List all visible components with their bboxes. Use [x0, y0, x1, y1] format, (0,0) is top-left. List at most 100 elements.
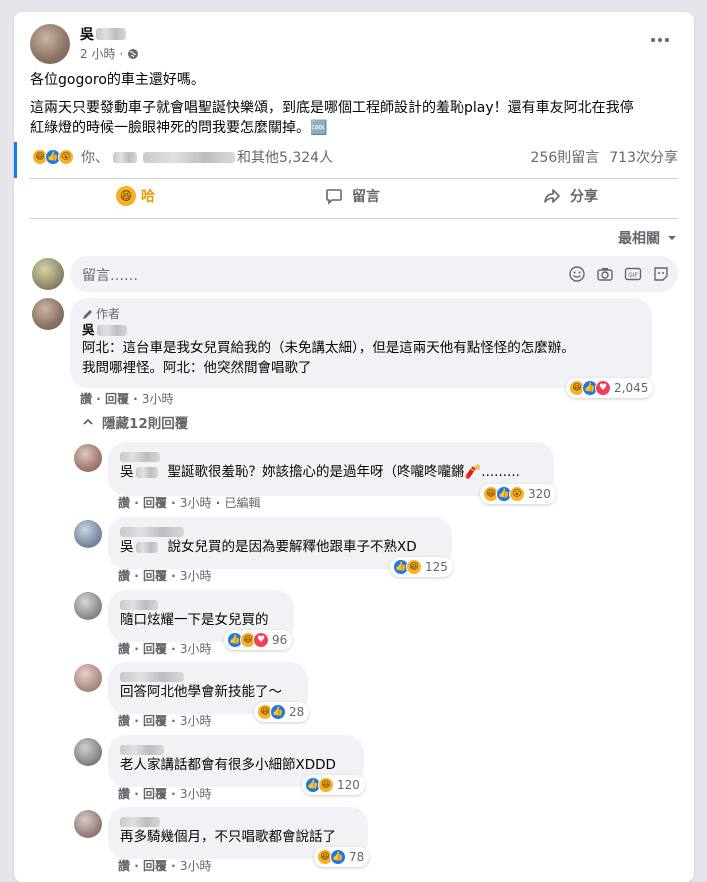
reaction-count: 78 [349, 850, 365, 864]
redacted-name [96, 28, 126, 40]
reply-author-line[interactable] [120, 523, 440, 537]
like-link[interactable]: 讚 [80, 392, 92, 406]
redacted-name [96, 324, 127, 336]
post-time[interactable]: 2 小時 [80, 45, 115, 62]
like-link[interactable]: 讚 [118, 569, 130, 583]
camera-icon[interactable] [596, 265, 614, 283]
reply-reactions[interactable]: 👍 😆 120 [302, 775, 365, 795]
redacted-name [120, 745, 164, 755]
commenter-avatar[interactable] [32, 298, 64, 330]
comment-author-text[interactable]: 吳 [82, 322, 95, 338]
mention[interactable]: 吳 [120, 537, 134, 557]
reply-avatar[interactable] [74, 520, 102, 548]
wow-icon: 😮 [58, 149, 74, 165]
emoji-icon[interactable] [568, 265, 586, 283]
haha-icon: 😆 [406, 559, 422, 575]
post-more-button[interactable] [646, 30, 674, 50]
reply-time[interactable]: 3小時 [180, 714, 212, 728]
reply-time[interactable]: 3小時 [180, 859, 212, 873]
reply-link[interactable]: 回覆 [143, 714, 167, 728]
redacted-name [120, 600, 158, 610]
reply-time[interactable]: 3小時 [180, 569, 212, 583]
like-link[interactable]: 讚 [118, 714, 130, 728]
like-link[interactable]: 讚 [118, 496, 130, 510]
sticker-icon[interactable] [652, 265, 670, 283]
reply-link[interactable]: 回覆 [143, 787, 167, 801]
reply-author-line[interactable] [120, 741, 352, 755]
reply-avatar[interactable] [74, 592, 102, 620]
reply-meta: 讚 · 回覆 · 3小時 [118, 859, 212, 873]
post-stats: 256則留言 713次分享 [531, 147, 678, 167]
comment-reactions[interactable]: 😆 👍 ♥ 2,045 [566, 378, 654, 398]
author-badge-label: 作者 [96, 307, 121, 321]
comment-time[interactable]: 3小時 [142, 392, 174, 406]
share-label: 分享 [570, 189, 598, 205]
reply-content: 隨口炫耀一下是女兒買的 [120, 612, 269, 628]
reply-content: 再多騎幾個月，不只唱歌都會說話了 [120, 829, 336, 845]
hide-replies-label: 隱藏12則回覆 [102, 416, 189, 432]
redacted-name [120, 817, 160, 827]
time-separator: · [119, 46, 124, 61]
reply-time[interactable]: 3小時 [180, 642, 212, 656]
reply-author-line[interactable] [120, 448, 542, 462]
comment-label: 留言 [352, 189, 380, 205]
reaction-count: 120 [337, 778, 360, 792]
divider [30, 218, 678, 219]
post-author-avatar[interactable] [30, 24, 70, 64]
divider [30, 178, 678, 179]
reply-avatar[interactable] [74, 738, 102, 766]
reply-link[interactable]: 回覆 [143, 569, 167, 583]
post-author-text[interactable]: 吳 [80, 24, 94, 44]
reply-author-line[interactable] [120, 596, 282, 610]
reply-text: 吳 說女兒買的是因為要解釋他跟車子不熟XD [120, 537, 440, 557]
like-link[interactable]: 讚 [118, 859, 130, 873]
comment-button[interactable]: 留言 [324, 186, 380, 206]
like-link[interactable]: 讚 [118, 787, 130, 801]
comment-text-line2: 我問哪裡怪。阿北：他突然間會唱歌了 [82, 360, 312, 376]
reaction-count: 125 [425, 560, 448, 574]
reply-link[interactable]: 回覆 [143, 496, 167, 510]
chevron-down-icon [668, 236, 676, 240]
my-avatar[interactable] [32, 258, 64, 290]
like-link[interactable]: 讚 [118, 642, 130, 656]
sort-dropdown[interactable]: 最相關 [618, 228, 678, 248]
post-text-line1: 各位gogoro的車主還好嗎。 [30, 72, 205, 88]
reply-time[interactable]: 3小時 [180, 787, 212, 801]
share-icon [544, 189, 560, 203]
reply-avatar[interactable] [74, 810, 102, 838]
reaction-count: 96 [272, 633, 288, 647]
reaction-summary[interactable]: 😆 👍 😮 你、 和其他5,324人 [32, 147, 333, 167]
comment-author[interactable]: 吳 [82, 322, 640, 338]
composer-placeholder[interactable]: 留言…… [82, 265, 138, 285]
reply-meta: 讚 · 回覆 · 3小時 [118, 569, 212, 583]
hide-replies-toggle[interactable]: 隱藏12則回覆 [82, 412, 188, 432]
shares-count[interactable]: 713次分享 [609, 147, 678, 167]
reply-reactions[interactable]: 👍 😆 ♥ 96 [224, 630, 293, 650]
reply-link[interactable]: 回覆 [105, 392, 129, 406]
reply-time[interactable]: 3小時 [180, 496, 212, 510]
reply-reactions[interactable]: 😆 👍 78 [314, 847, 370, 867]
react-button[interactable]: 😆 哈 [116, 186, 155, 206]
highlight-bar [14, 142, 17, 178]
top-comment-bubble: 作者 吳 阿北：這台車是我女兒買給我的（未免講太細），但是這兩天他有點怪怪的怎麼… [70, 298, 652, 388]
redacted-name [135, 541, 158, 553]
reply-reactions[interactable]: 😆 👍 28 [254, 702, 310, 722]
post-card: 吳 2 小時 · 各位gogoro的車主還好嗎。 這兩天只要發動車子就會唱聖誕快… [14, 12, 694, 882]
reply-avatar[interactable] [74, 444, 102, 472]
reply-author-line[interactable] [120, 668, 296, 682]
reply-reactions[interactable]: 😆 👍 😮 320 [480, 484, 556, 504]
reply-link[interactable]: 回覆 [143, 859, 167, 873]
comment-composer[interactable]: 留言…… GIF [70, 256, 678, 292]
post-text-line3: 紅綠燈的時候一臉眼神死的問我要怎麼關掉。🆒 [30, 120, 328, 136]
comments-count[interactable]: 256則留言 [531, 147, 600, 167]
react-label: 哈 [141, 189, 155, 205]
reply-reactions[interactable]: 👍 😆 125 [390, 557, 453, 577]
gif-icon[interactable]: GIF [624, 265, 642, 283]
post-author-name[interactable]: 吳 [80, 24, 126, 44]
mention[interactable]: 吳 [120, 462, 134, 482]
reply-author-line[interactable] [120, 813, 356, 827]
redacted-name [120, 672, 184, 682]
reply-link[interactable]: 回覆 [143, 642, 167, 656]
share-button[interactable]: 分享 [542, 186, 598, 206]
reply-avatar[interactable] [74, 664, 102, 692]
